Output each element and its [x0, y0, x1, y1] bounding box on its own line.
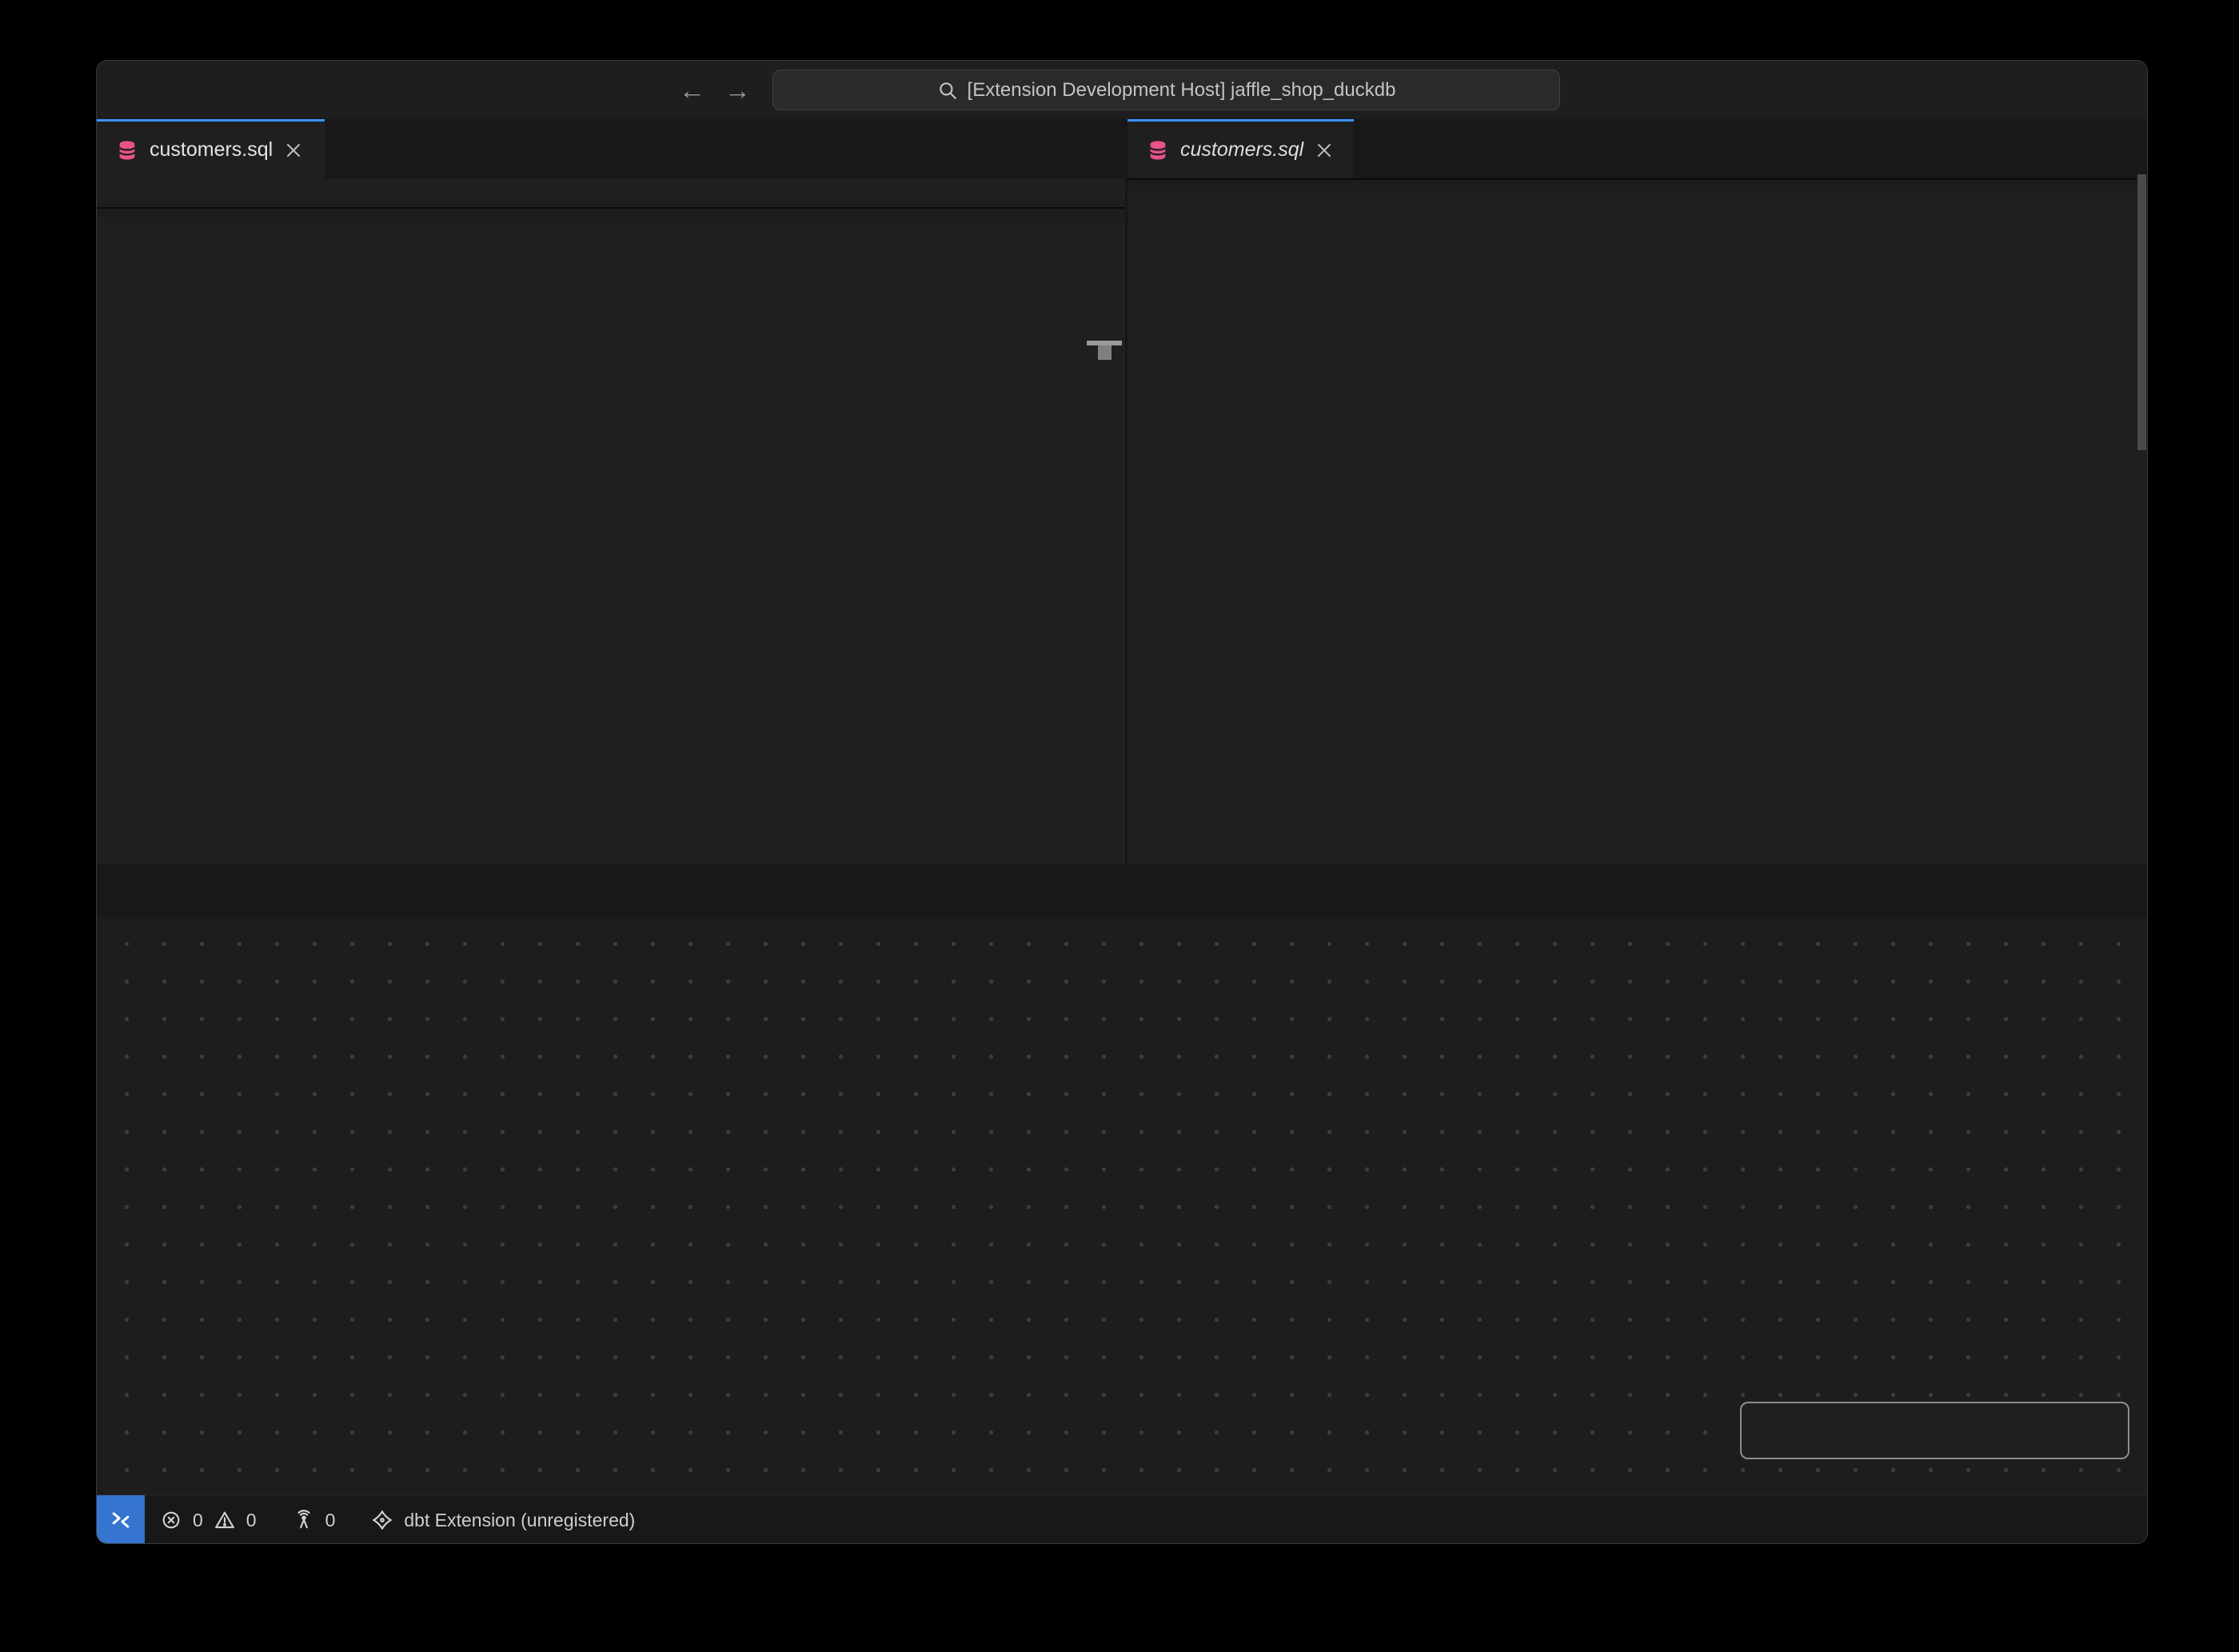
sticky-scroll: [97, 207, 1125, 209]
warning-count[interactable]: 0: [246, 1510, 257, 1531]
ports-icon[interactable]: [293, 1510, 314, 1530]
minimize-window-button[interactable]: [143, 80, 164, 101]
left-editor-actions: [896, 119, 1106, 178]
forward-arrow-button[interactable]: →: [724, 75, 751, 106]
app-window: ← → [Extension Development Host] jaffle_…: [96, 60, 2148, 1544]
remote-indicator[interactable]: [97, 1495, 145, 1544]
lineage-canvas[interactable]: [97, 917, 2147, 1494]
back-arrow-button[interactable]: ←: [679, 75, 705, 106]
database-icon: [1147, 139, 1169, 162]
tab-customers-sql-left[interactable]: customers.sql: [97, 119, 325, 178]
error-icon[interactable]: [161, 1510, 182, 1530]
tab-label: customers.sql: [1180, 138, 1303, 162]
close-icon[interactable]: [284, 141, 303, 160]
status-bar: 0 0 0 dbt Extension (unregistered): [97, 1494, 2147, 1544]
panel-tab-bar: [97, 864, 2147, 917]
sticky-scroll: [1127, 178, 2148, 180]
warning-icon[interactable]: [214, 1510, 235, 1530]
command-center-search[interactable]: [Extension Development Host] jaffle_shop…: [772, 70, 1560, 110]
dbt-extension-status[interactable]: dbt Extension (unregistered): [404, 1510, 635, 1531]
ports-count[interactable]: 0: [325, 1510, 336, 1531]
title-bar: ← → [Extension Development Host] jaffle_…: [97, 61, 2147, 119]
search-icon: [937, 80, 958, 101]
left-scrollbar-thumb[interactable]: [1098, 345, 1112, 360]
database-icon: [116, 139, 138, 162]
close-icon[interactable]: [1315, 141, 1334, 160]
close-window-button[interactable]: [108, 80, 129, 101]
lineage-toolbar: [1740, 1402, 2129, 1459]
error-count[interactable]: 0: [193, 1510, 203, 1531]
zoom-window-button[interactable]: [178, 80, 199, 101]
remote-icon: [109, 1508, 133, 1532]
editor-tab-bar: customers.sql customers.sql: [97, 119, 2147, 178]
traffic-lights: [108, 80, 199, 101]
tab-customers-sql-right[interactable]: customers.sql: [1127, 119, 1354, 178]
source-editor[interactable]: [97, 178, 1125, 864]
right-scrollbar-thumb[interactable]: [2137, 174, 2146, 450]
search-text: [Extension Development Host] jaffle_shop…: [968, 79, 1396, 102]
compiled-editor[interactable]: [1127, 178, 2148, 864]
dbt-icon: [372, 1510, 393, 1530]
tab-label: customers.sql: [150, 138, 273, 162]
